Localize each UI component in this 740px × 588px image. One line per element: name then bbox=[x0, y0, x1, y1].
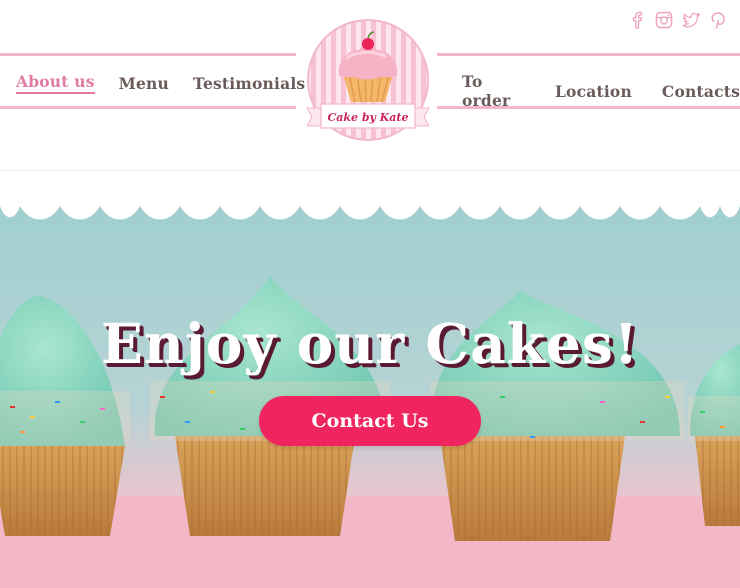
nav-right: To order Location Contacts bbox=[462, 72, 740, 110]
hero-title: Enjoy our Cakes! bbox=[100, 311, 640, 376]
instagram-icon[interactable] bbox=[654, 10, 674, 30]
nav-location[interactable]: Location bbox=[555, 82, 632, 101]
nav-to-order[interactable]: To order bbox=[462, 72, 525, 110]
header-divider bbox=[0, 170, 740, 171]
site-header: About us Menu Testimonials To order Loca… bbox=[0, 0, 740, 172]
nav-about-us[interactable]: About us bbox=[16, 72, 95, 94]
logo[interactable]: Cake by Kate bbox=[301, 16, 435, 146]
social-links bbox=[627, 10, 728, 30]
pinterest-icon[interactable] bbox=[708, 10, 728, 30]
nav-left: About us Menu Testimonials bbox=[16, 72, 305, 94]
hero bbox=[0, 196, 740, 588]
twitter-icon[interactable] bbox=[681, 10, 701, 30]
hero-cupcakes-image bbox=[0, 196, 740, 588]
contact-us-button[interactable]: Contact Us bbox=[259, 396, 481, 446]
nav-menu[interactable]: Menu bbox=[119, 74, 169, 93]
nav-testimonials[interactable]: Testimonials bbox=[193, 74, 305, 93]
nav-contacts[interactable]: Contacts bbox=[662, 82, 740, 101]
facebook-icon[interactable] bbox=[627, 10, 647, 30]
logo-text: Cake by Kate bbox=[327, 111, 408, 124]
